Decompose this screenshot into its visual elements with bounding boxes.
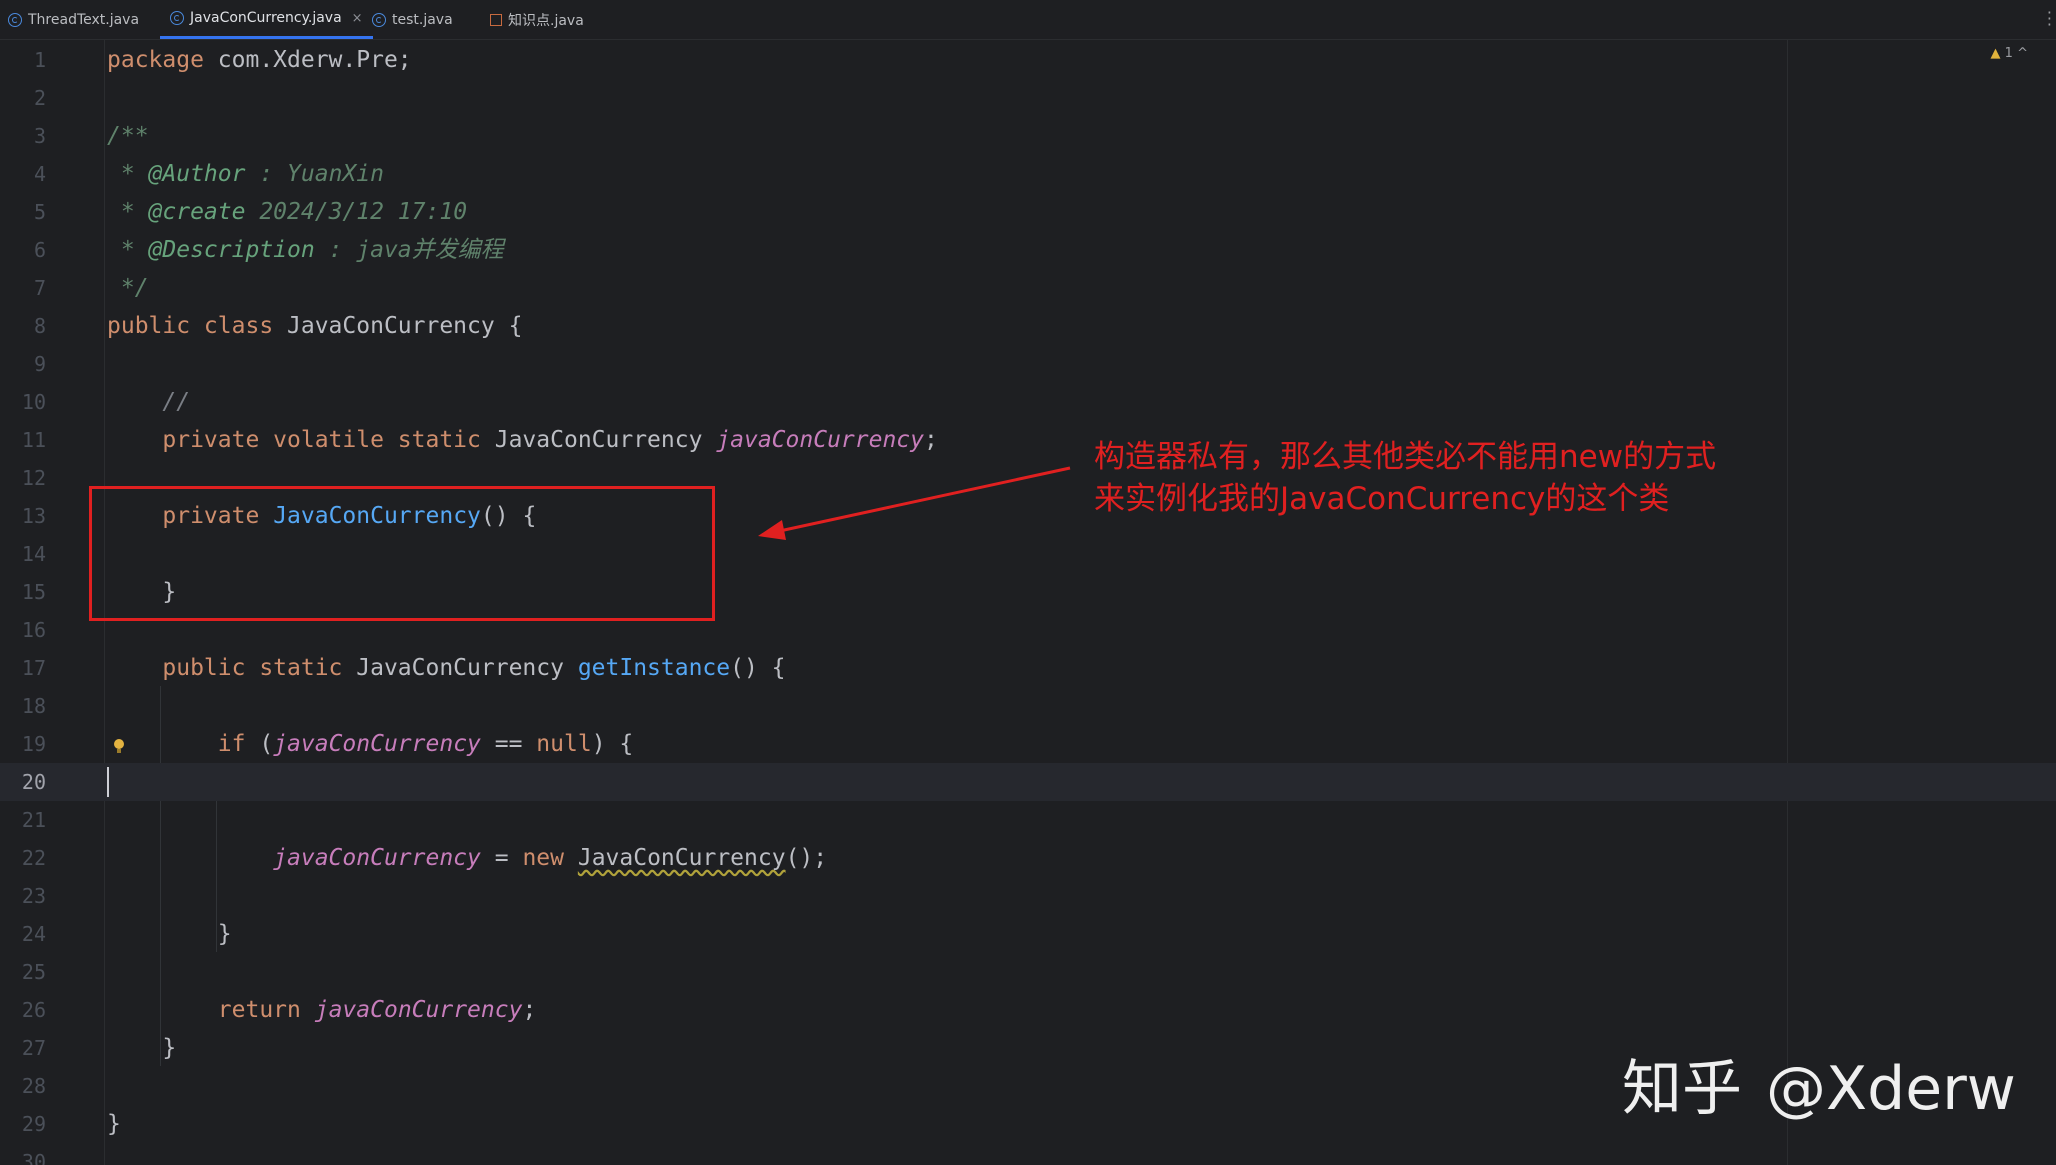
annotation-text: 构造器私有，那么其他类必不能用new的方式来实例化我的JavaConCurren… bbox=[1094, 439, 1717, 517]
line-number: 27 bbox=[21, 1036, 46, 1060]
line-number: 29 bbox=[21, 1112, 46, 1136]
line-code: private volatile static JavaConCurrency … bbox=[162, 427, 938, 453]
tab-zhishidian[interactable]: 知识点.java bbox=[490, 0, 584, 39]
code-line: 3 /** bbox=[0, 117, 2056, 155]
tab-threadtext[interactable]: ThreadText.java bbox=[8, 0, 139, 39]
line-number: 11 bbox=[21, 428, 46, 452]
code-line: 26 return javaConCurrency; bbox=[0, 991, 2056, 1029]
line-code: * @Description : java并发编程 bbox=[107, 237, 504, 263]
more-options-icon[interactable]: · · · bbox=[2047, 5, 2052, 33]
java-class-icon bbox=[170, 11, 184, 25]
line-number: 5 bbox=[33, 200, 46, 224]
code-line: 1 package com.Xderw.Pre; bbox=[0, 41, 2056, 79]
tab-label: test.java bbox=[392, 11, 453, 28]
line-number: 14 bbox=[21, 542, 46, 566]
line-number: 22 bbox=[21, 846, 46, 870]
line-number: 13 bbox=[21, 504, 46, 528]
line-code: * @create 2024/3/12 17:10 bbox=[107, 199, 468, 225]
code-line: 24 } bbox=[0, 915, 2056, 953]
line-number: 15 bbox=[21, 580, 46, 604]
java-file-icon bbox=[490, 13, 502, 26]
line-number: 4 bbox=[33, 162, 46, 186]
line-number: 26 bbox=[21, 998, 46, 1022]
line-code: /** bbox=[107, 123, 149, 149]
watermark-handle: @Xderw bbox=[1766, 1054, 2016, 1124]
code-line: 6 * @Description : java并发编程 bbox=[0, 231, 2056, 269]
code-line: 2 bbox=[0, 79, 2056, 117]
line-code: } bbox=[107, 1035, 177, 1061]
close-tab-icon[interactable]: × bbox=[352, 11, 363, 26]
java-class-icon bbox=[8, 12, 22, 27]
line-number: 21 bbox=[21, 808, 46, 832]
code-line: 25 bbox=[0, 953, 2056, 991]
line-number: 19 bbox=[21, 732, 46, 756]
line-number: 8 bbox=[33, 314, 46, 338]
current-line: 20 bbox=[0, 763, 2056, 801]
code-line: 7 */ bbox=[0, 269, 2056, 307]
line-code: */ bbox=[107, 275, 149, 301]
line-number: 25 bbox=[21, 960, 46, 984]
editor-tab-bar: ThreadText.java JavaConCurrency.java × t… bbox=[0, 0, 2056, 40]
line-number: 18 bbox=[21, 694, 46, 718]
line-number: 6 bbox=[33, 238, 46, 262]
zhihu-logo: 知乎 bbox=[1622, 1054, 1742, 1124]
code-line: 9 bbox=[0, 345, 2056, 383]
code-line: 10 // bbox=[0, 383, 2056, 421]
code-line: 22 javaConCurrency = new JavaConCurrency… bbox=[0, 839, 2056, 877]
line-code: package com.Xderw.Pre; bbox=[107, 47, 412, 73]
code-line: 30 bbox=[0, 1143, 2056, 1165]
line-code: public class JavaConCurrency { bbox=[107, 313, 523, 339]
line-code: if (javaConCurrency == null) { bbox=[217, 731, 634, 757]
code-line: 5 * @create 2024/3/12 17:10 bbox=[0, 193, 2056, 231]
tab-label: 知识点.java bbox=[508, 12, 584, 29]
line-number: 16 bbox=[21, 618, 46, 642]
code-line: 11 private volatile static JavaConCurren… bbox=[0, 421, 2056, 459]
code-line: 21 bbox=[0, 801, 2056, 839]
code-line: 18 bbox=[0, 687, 2056, 725]
line-number: 28 bbox=[21, 1074, 46, 1098]
line-number: 1 bbox=[33, 48, 46, 72]
line-number: 24 bbox=[21, 922, 46, 946]
line-code: public static JavaConCurrency getInstanc… bbox=[162, 655, 786, 681]
line-code: } bbox=[107, 1111, 121, 1137]
line-code: javaConCurrency = new JavaConCurrency(); bbox=[273, 845, 828, 871]
line-number: 9 bbox=[33, 352, 46, 376]
line-code: * @Author : YuanXin bbox=[107, 161, 384, 187]
line-number: 3 bbox=[33, 124, 46, 148]
zhihu-watermark: 知乎 @Xderw bbox=[1622, 1040, 2016, 1127]
constructor-highlight-box bbox=[89, 486, 715, 621]
line-number: 30 bbox=[21, 1150, 46, 1165]
line-number: 17 bbox=[21, 656, 46, 680]
line-number: 23 bbox=[21, 884, 46, 908]
line-number: 7 bbox=[33, 276, 46, 300]
line-number: 12 bbox=[21, 466, 46, 490]
code-line: 19 if (javaConCurrency == null) { bbox=[0, 725, 2056, 763]
code-line: 17 public static JavaConCurrency getInst… bbox=[0, 649, 2056, 687]
code-line: 23 bbox=[0, 877, 2056, 915]
code-line: 8 public class JavaConCurrency { bbox=[0, 307, 2056, 345]
code-line: 4 * @Author : YuanXin bbox=[0, 155, 2056, 193]
line-number: 10 bbox=[21, 390, 46, 414]
text-caret bbox=[107, 767, 109, 797]
tab-javaconcurrency[interactable]: JavaConCurrency.java × bbox=[160, 0, 373, 39]
line-code: return javaConCurrency; bbox=[217, 997, 537, 1023]
line-code: // bbox=[107, 389, 191, 415]
tab-label: ThreadText.java bbox=[28, 11, 140, 28]
line-number: 20 bbox=[21, 770, 46, 794]
tab-label: JavaConCurrency.java bbox=[190, 10, 342, 26]
java-class-icon bbox=[372, 12, 386, 27]
line-number: 2 bbox=[33, 86, 46, 110]
line-code: } bbox=[107, 921, 232, 947]
tab-test[interactable]: test.java bbox=[372, 0, 453, 39]
